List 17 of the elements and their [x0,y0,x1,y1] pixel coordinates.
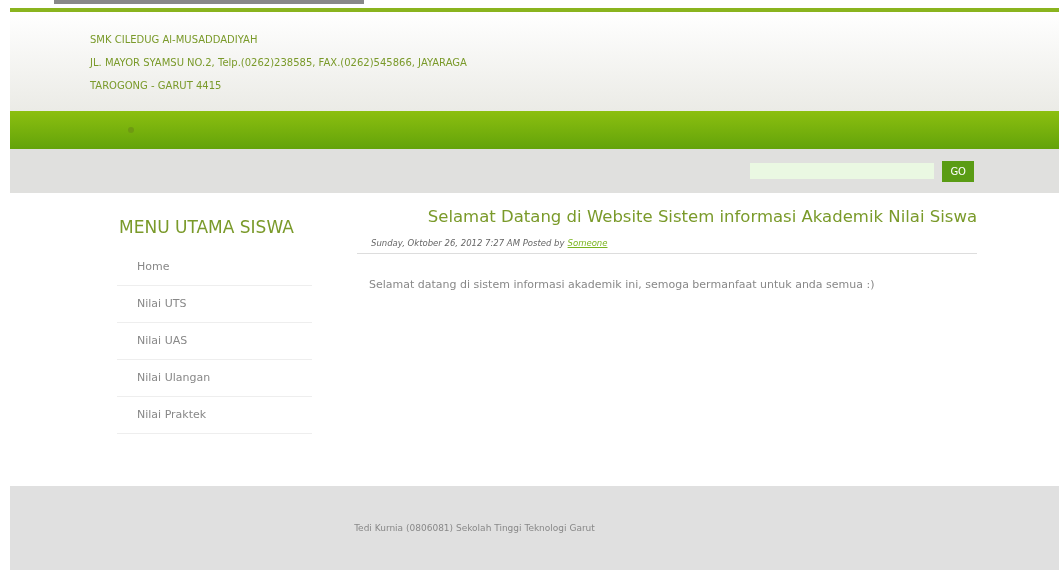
bullet-icon [128,127,134,133]
search-field[interactable] [750,163,935,179]
sidebar-item[interactable]: Home [117,249,312,286]
header-text: TAROGONG - GARUT 4415 [90,79,223,93]
sidebar-title: MENU UTAMA SISWA [118,217,295,237]
footer-text: Tedi Kurnia (0806081) Sekolah Tinggi Teknologi Garut [354,523,595,533]
post-meta: Sunday, Oktober 26, 2012 7:27 AM Posted by [371,238,565,248]
post-body: Selamat datang di sistem informasi akademik ini, semoga bermanfaat untuk anda semua :) [368,277,876,291]
sidebar-item[interactable]: Nilai Praktek [117,397,312,434]
author-link[interactable]: Someone [567,238,608,248]
header-text: JL. MAYOR SYAMSU NO.2, Telp.(0262)238585, FAX.(0262)545866, JAYARAGA [90,56,468,70]
sidebar-item[interactable]: Nilai UAS [117,323,312,360]
header-text: SMK CILEDUG Al-MUSADDADIYAH [90,33,259,47]
sidebar-item[interactable]: Nilai UTS [117,286,312,323]
go-button[interactable]: GO [942,160,974,182]
sidebar-item[interactable]: Nilai Ulangan [117,360,312,397]
post-title: Selamat Datang di Website Sistem informasi Akademik Nilai Siswa [426,207,977,226]
